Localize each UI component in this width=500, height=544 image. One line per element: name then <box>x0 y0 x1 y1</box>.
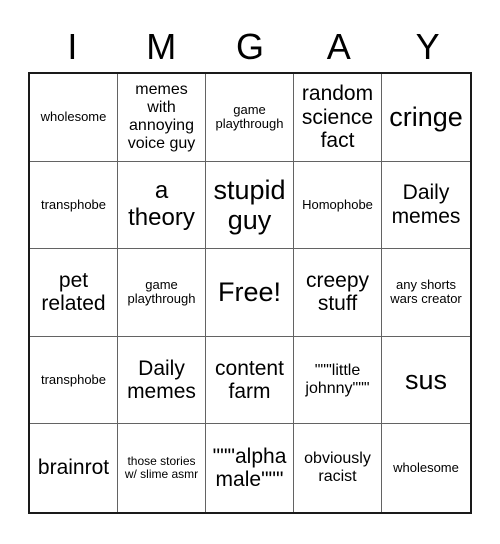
bingo-cell[interactable]: stupid guy <box>206 161 294 250</box>
bingo-cell-label: obviously racist <box>304 450 371 486</box>
bingo-cell-label: creepy stuff <box>305 268 370 316</box>
bingo-cell-label: Daily memes <box>391 181 461 228</box>
bingo-cell-label: wholesome <box>40 109 107 125</box>
bingo-cell-label: Free! <box>217 277 282 308</box>
bingo-cell-label: any shorts wars creator <box>390 276 462 307</box>
bingo-cell[interactable]: content farm <box>206 336 294 425</box>
bingo-card: I M G A Y wholesome memes with annoying … <box>0 0 500 544</box>
bingo-cell[interactable]: any shorts wars creator <box>382 249 470 337</box>
bingo-header-letter-4: A <box>326 26 351 67</box>
bingo-cell-free[interactable]: Free! <box>206 249 294 337</box>
bingo-cell[interactable]: random science fact <box>294 74 382 162</box>
bingo-cell-label: random science fact <box>301 82 374 153</box>
bingo-cell-label: stupid guy <box>213 174 286 235</box>
bingo-cell[interactable]: transphobe <box>30 336 118 425</box>
bingo-cell-label: brainrot <box>37 456 110 480</box>
bingo-cell-label: sus <box>404 364 448 395</box>
bingo-cell[interactable]: pet related <box>30 249 118 337</box>
bingo-cell-label: wholesome <box>393 459 459 475</box>
bingo-cell[interactable]: obviously racist <box>294 424 382 512</box>
bingo-cell[interactable]: Daily memes <box>118 336 206 425</box>
bingo-cell-label: those stories w/ slime asmr <box>124 453 199 482</box>
bingo-header-row: I M G A Y <box>28 22 472 72</box>
bingo-cell-label: Homophobe <box>302 196 373 212</box>
bingo-cell-label: Daily memes <box>127 356 196 404</box>
bingo-cell-label: """alpha male""" <box>212 444 287 492</box>
bingo-header-letter-2: M <box>146 26 177 67</box>
bingo-cell[interactable]: Daily memes <box>382 161 470 250</box>
bingo-cell[interactable]: a theory <box>118 161 206 250</box>
bingo-cell-label: """little johnny""" <box>305 362 370 398</box>
bingo-cell-label: content farm <box>215 356 284 404</box>
bingo-header-letter-5: Y <box>415 26 440 67</box>
bingo-header-letter-1: I <box>67 26 78 67</box>
bingo-cell-label: memes with annoying voice guy <box>127 81 196 153</box>
bingo-cell[interactable]: cringe <box>382 74 470 162</box>
bingo-cell-label: transphobe <box>40 371 107 387</box>
bingo-cell[interactable]: creepy stuff <box>294 249 382 337</box>
bingo-cell[interactable]: game playthrough <box>118 249 206 337</box>
bingo-cell-label: cringe <box>389 102 463 133</box>
bingo-cell[interactable]: brainrot <box>30 424 118 512</box>
bingo-cell-label: game playthrough <box>215 101 284 132</box>
bingo-cell[interactable]: wholesome <box>30 74 118 162</box>
bingo-cell[interactable]: game playthrough <box>206 74 294 162</box>
bingo-cell[interactable]: """alpha male""" <box>206 424 294 512</box>
bingo-cell[interactable]: transphobe <box>30 161 118 250</box>
bingo-header-letter-3: G <box>235 26 264 67</box>
bingo-cell[interactable]: those stories w/ slime asmr <box>118 424 206 512</box>
bingo-cell[interactable]: memes with annoying voice guy <box>118 74 206 162</box>
bingo-cell[interactable]: wholesome <box>382 424 470 512</box>
bingo-cell[interactable]: """little johnny""" <box>294 336 382 425</box>
bingo-cell-label: a theory <box>128 177 195 231</box>
bingo-cell-label: pet related <box>41 268 106 316</box>
bingo-cell[interactable]: Homophobe <box>294 161 382 250</box>
bingo-cell[interactable]: sus <box>382 336 470 425</box>
bingo-grid: wholesome memes with annoying voice guy … <box>28 72 472 514</box>
bingo-cell-label: game playthrough <box>127 276 196 307</box>
bingo-cell-label: transphobe <box>40 196 107 212</box>
